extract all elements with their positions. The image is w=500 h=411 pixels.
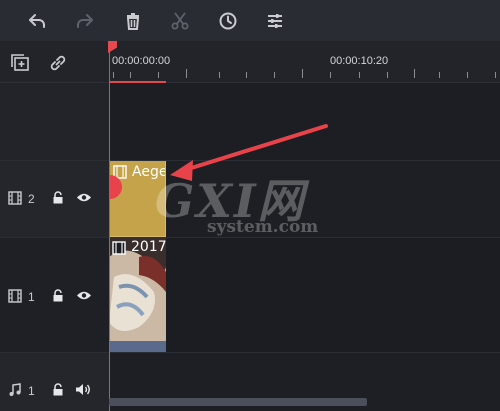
visibility-button[interactable] bbox=[76, 290, 92, 301]
ruler-tick bbox=[246, 72, 247, 78]
track-number: 1 bbox=[28, 384, 35, 398]
track-number: 2 bbox=[28, 192, 35, 206]
ruler-tick bbox=[439, 72, 440, 78]
video-clip[interactable]: 2017 bbox=[109, 237, 166, 352]
track-number: 1 bbox=[28, 290, 35, 304]
delete-icon bbox=[126, 13, 140, 30]
add-track-icon bbox=[11, 54, 29, 71]
track-header-panel: 2 1 1 bbox=[0, 41, 109, 411]
film-icon bbox=[8, 191, 22, 205]
video-clip-icon bbox=[112, 241, 126, 255]
track-header-video-1: 1 bbox=[0, 237, 109, 352]
lock-icon bbox=[53, 191, 63, 204]
track-header-top bbox=[0, 41, 109, 83]
timecode-mid: 00:00:10:20 bbox=[330, 55, 389, 67]
volume-button[interactable] bbox=[75, 383, 91, 396]
link-button[interactable] bbox=[47, 52, 69, 74]
ruler-tick bbox=[158, 72, 159, 78]
lock-button[interactable] bbox=[52, 191, 64, 204]
ruler-tick bbox=[467, 72, 468, 78]
ruler-tick bbox=[414, 69, 415, 78]
add-track-button[interactable] bbox=[9, 52, 31, 74]
video-editor-timeline: 2 1 1 00:00:00:00 00:00:10:20 Aege 2017 … bbox=[0, 0, 500, 411]
empty-track-row bbox=[109, 83, 500, 160]
lock-button[interactable] bbox=[52, 289, 64, 302]
ruler-tick bbox=[219, 72, 220, 78]
timecode-start: 00:00:00:00 bbox=[112, 55, 171, 67]
cut-icon bbox=[171, 12, 189, 30]
time-ruler[interactable]: 00:00:00:00 00:00:10:20 bbox=[109, 41, 500, 83]
undo-button[interactable] bbox=[24, 8, 50, 34]
track-divider bbox=[0, 160, 500, 161]
redo-icon bbox=[77, 14, 93, 28]
ruler-tick bbox=[302, 69, 303, 78]
ruler-tick bbox=[330, 72, 331, 78]
adjust-button[interactable] bbox=[262, 8, 288, 34]
speed-icon bbox=[219, 12, 237, 30]
film-icon bbox=[8, 289, 22, 303]
ruler-tick bbox=[495, 72, 496, 78]
delete-button[interactable] bbox=[120, 8, 146, 34]
music-note-icon bbox=[8, 383, 21, 397]
ruler-tick bbox=[274, 72, 275, 78]
track-header-audio-1: 1 bbox=[0, 353, 109, 411]
lock-button[interactable] bbox=[52, 383, 64, 396]
ruler-tick bbox=[186, 69, 187, 78]
redo-button[interactable] bbox=[72, 8, 98, 34]
visibility-button[interactable] bbox=[76, 192, 92, 203]
lock-icon bbox=[53, 289, 63, 302]
eye-icon bbox=[77, 193, 91, 202]
playhead[interactable] bbox=[109, 41, 110, 411]
horizontal-scrollbar[interactable] bbox=[109, 398, 367, 406]
speed-button[interactable] bbox=[215, 8, 241, 34]
ruler-tick bbox=[130, 72, 131, 78]
track-header-video-2: 2 bbox=[0, 160, 109, 237]
watermark-sub: system.com bbox=[207, 217, 319, 237]
timeline-toolbar bbox=[0, 0, 500, 41]
link-icon bbox=[50, 55, 66, 71]
ruler-tick bbox=[113, 72, 114, 78]
ruler-tick bbox=[359, 72, 360, 78]
cut-button[interactable] bbox=[167, 8, 193, 34]
ruler-progress bbox=[109, 81, 166, 83]
speaker-icon bbox=[76, 384, 90, 395]
lock-icon bbox=[53, 383, 63, 396]
eye-icon bbox=[77, 291, 91, 300]
track-divider bbox=[0, 352, 500, 353]
video-track-1-row[interactable] bbox=[109, 237, 500, 352]
undo-icon bbox=[29, 14, 45, 28]
adjust-icon bbox=[268, 14, 282, 28]
ruler-tick bbox=[387, 72, 388, 78]
watermark: GXI网 system.com bbox=[155, 165, 325, 245]
